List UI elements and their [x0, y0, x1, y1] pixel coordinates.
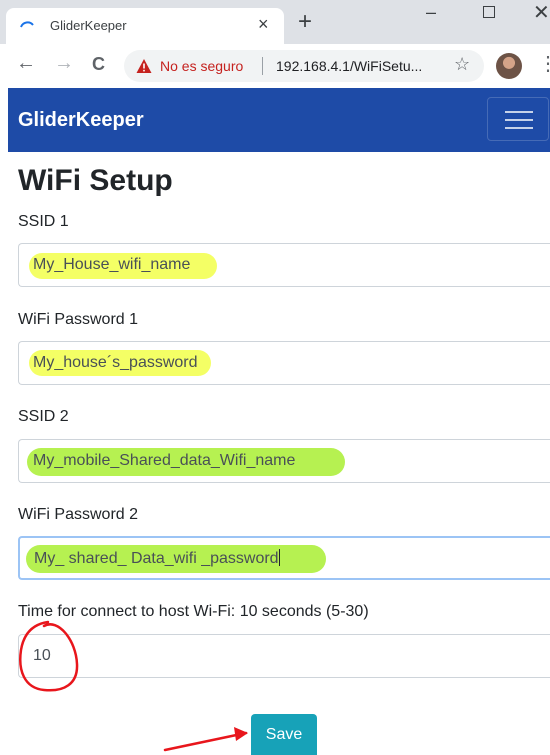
save-button[interactable]: Save: [251, 714, 317, 755]
password1-value: My_house´s_password: [33, 354, 198, 372]
connect-time-label: Time for connect to host Wi-Fi: 10 secon…: [18, 603, 369, 620]
browser-menu-icon[interactable]: ⋮: [538, 51, 550, 76]
close-window-button[interactable]: ✕: [533, 0, 550, 25]
warning-icon[interactable]: [136, 58, 152, 74]
maximize-window-button[interactable]: [483, 6, 495, 18]
red-arrowhead: [234, 727, 248, 741]
password2-input[interactable]: My_ shared_ Data_wifi _password: [18, 536, 550, 580]
red-arrow-annotation: [163, 731, 248, 752]
back-button[interactable]: ←: [16, 52, 36, 75]
connect-time-text: 10: [33, 647, 51, 664]
forward-button[interactable]: →: [54, 52, 74, 75]
new-tab-button[interactable]: +: [298, 8, 312, 36]
password1-text: My_house´s_password: [33, 354, 198, 371]
password2-text: My_ shared_ Data_wifi _password: [34, 550, 279, 567]
browser-toolbar: ← → C No es seguro 192.168.4.1/WiFiSetu.…: [0, 44, 550, 88]
ssid2-text: My_mobile_Shared_data_Wifi_name: [33, 452, 296, 469]
browser-tab[interactable]: GliderKeeper ×: [6, 8, 284, 44]
hamburger-icon-line: [505, 119, 533, 121]
loading-spinner-icon: [20, 21, 34, 28]
ssid1-input[interactable]: My_House_wifi_name: [18, 243, 550, 287]
security-status[interactable]: No es seguro: [160, 58, 243, 74]
ssid1-value: My_House_wifi_name: [33, 256, 190, 274]
page-title: WiFi Setup: [18, 164, 173, 197]
connect-time-value: 10: [33, 647, 51, 665]
address-bar[interactable]: No es seguro 192.168.4.1/WiFiSetu... ☆: [124, 50, 484, 82]
close-tab-icon[interactable]: ×: [258, 14, 269, 35]
url-text[interactable]: 192.168.4.1/WiFiSetu...: [276, 58, 422, 74]
password1-input[interactable]: My_house´s_password: [18, 341, 550, 385]
hamburger-icon: [505, 111, 533, 113]
minimize-window-button[interactable]: –: [426, 2, 436, 23]
profile-avatar[interactable]: [496, 53, 522, 79]
password2-label: WiFi Password 2: [18, 506, 139, 523]
tab-title: GliderKeeper: [50, 18, 127, 33]
ssid1-text: My_House_wifi_name: [33, 256, 191, 273]
ssid1-label: SSID 1: [18, 213, 69, 230]
navbar-brand[interactable]: GliderKeeper: [18, 109, 144, 132]
ssid2-value: My_mobile_Shared_data_Wifi_name: [33, 452, 295, 470]
app-navbar: GliderKeeper: [8, 88, 550, 152]
connect-time-input[interactable]: 10: [18, 634, 550, 678]
bookmark-star-icon[interactable]: ☆: [454, 54, 470, 75]
ssid2-input[interactable]: My_mobile_Shared_data_Wifi_name: [18, 439, 550, 483]
password1-label: WiFi Password 1: [18, 311, 139, 328]
text-cursor: [278, 549, 280, 566]
ssid2-label: SSID 2: [18, 408, 69, 425]
hamburger-icon-line: [505, 127, 533, 129]
browser-tab-bar: GliderKeeper × + – ✕: [0, 0, 550, 44]
navbar-toggler-button[interactable]: [487, 97, 549, 141]
password2-value: My_ shared_ Data_wifi _password: [34, 549, 280, 568]
omnibox-divider: [262, 57, 263, 75]
reload-button[interactable]: C: [92, 54, 105, 75]
